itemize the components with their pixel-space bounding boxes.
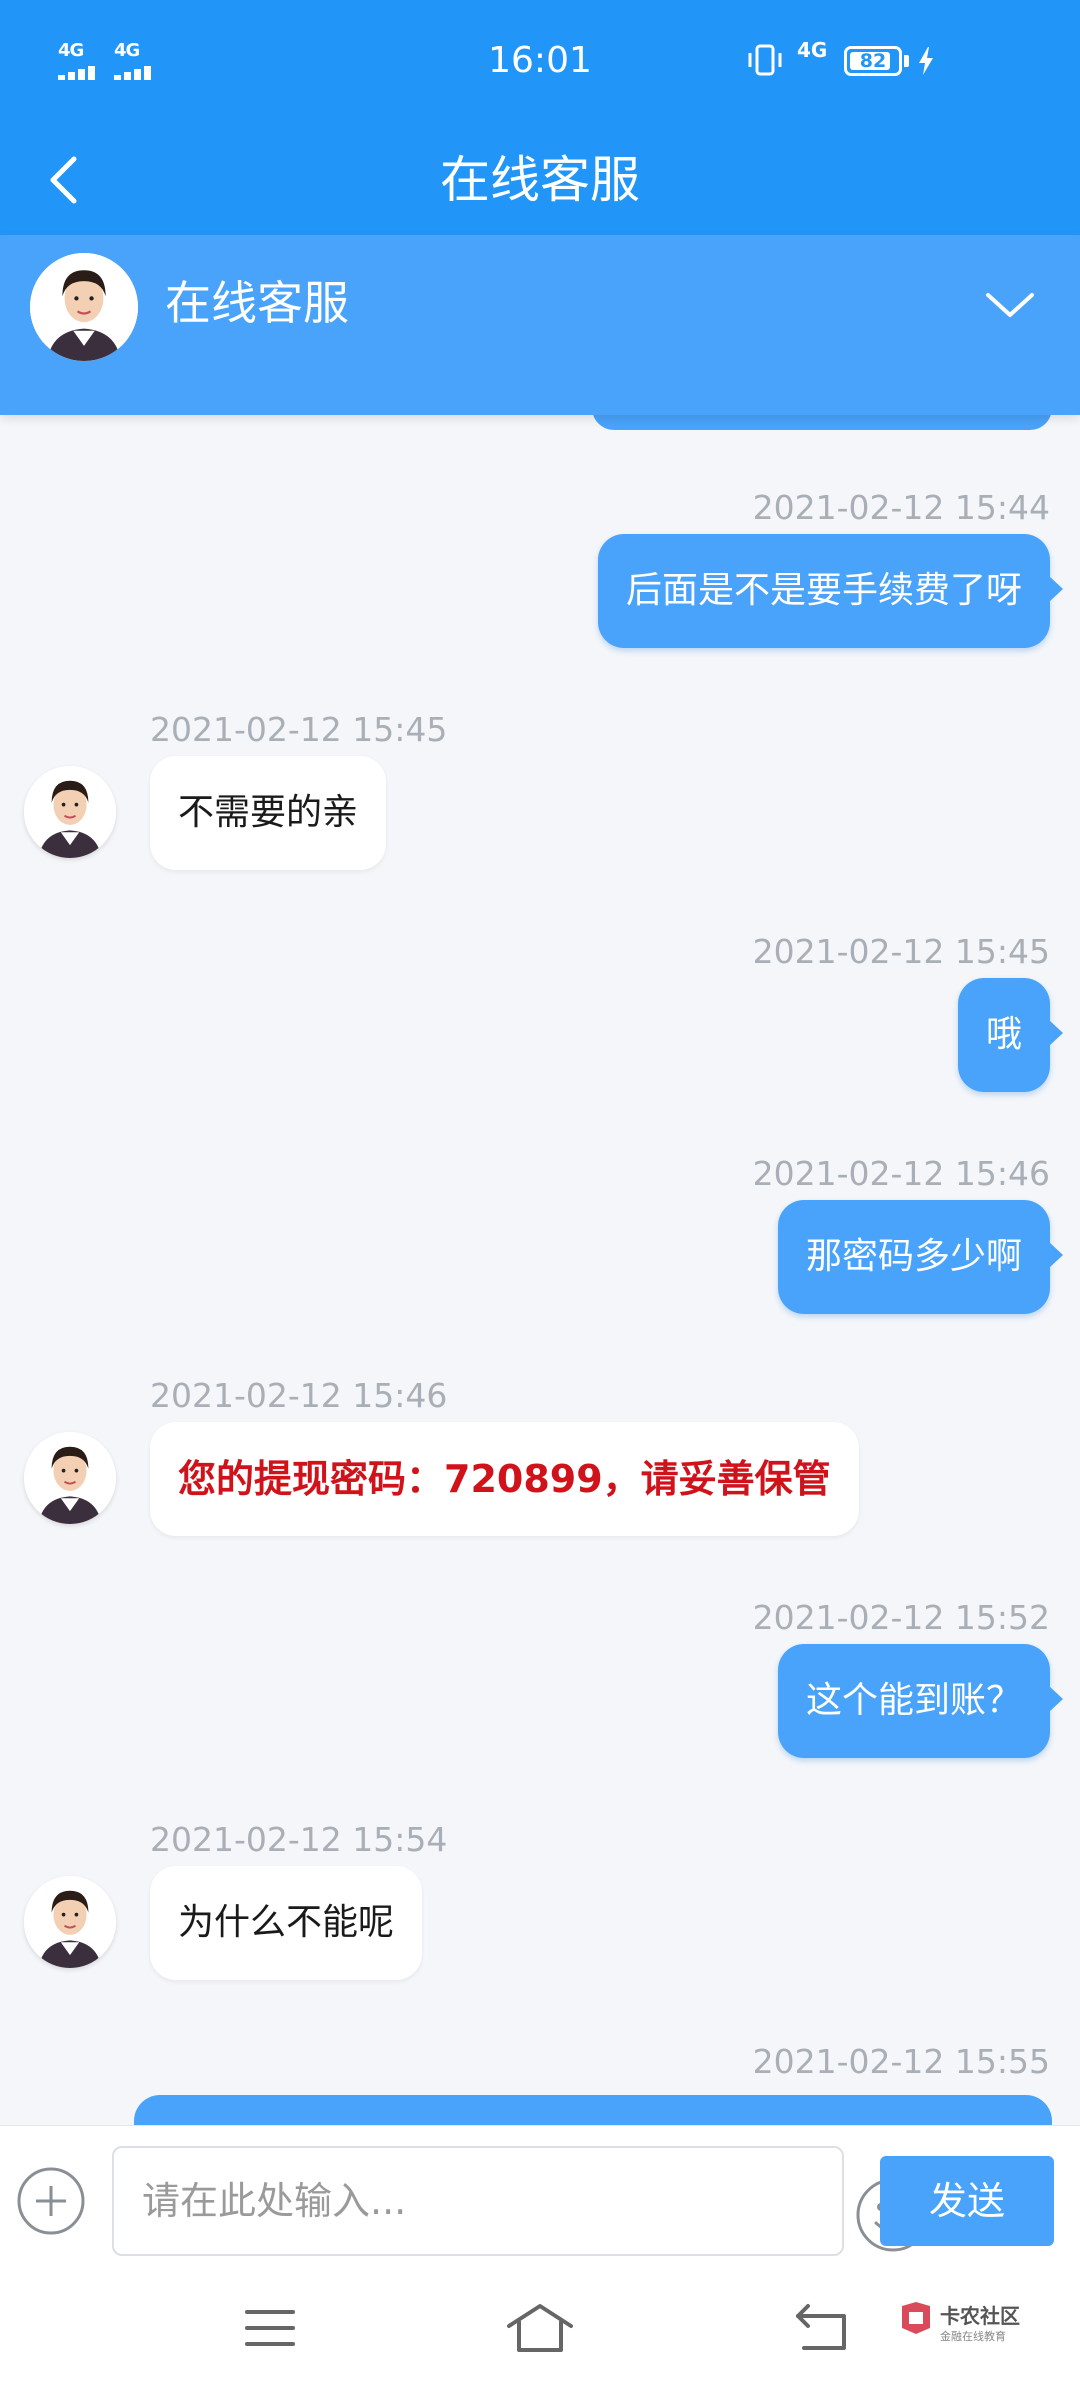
- composer-bar: 发送: [0, 2125, 1080, 2260]
- charging-icon: [919, 47, 933, 75]
- battery-icon: 82: [844, 46, 902, 76]
- message-timestamp: 2021-02-12 15:46: [752, 1154, 1050, 1193]
- message-timestamp: 2021-02-12 15:45: [752, 932, 1050, 971]
- agent-avatar[interactable]: [24, 1432, 116, 1524]
- message-timestamp: 2021-02-12 15:45: [150, 710, 448, 749]
- plus-circle-icon[interactable]: [16, 2166, 86, 2236]
- agent-name: 在线客服: [165, 276, 349, 330]
- watermark-title: 卡农社区: [940, 2304, 1020, 2328]
- navigation-bar: 卡农社区 金融在线教育: [0, 2260, 1080, 2400]
- message-timestamp: 2021-02-12 15:44: [752, 488, 1050, 527]
- message-timestamp: 2021-02-12 15:55: [752, 2042, 1050, 2081]
- message-timestamp: 2021-02-12 15:54: [150, 1820, 448, 1859]
- vibrate-icon: [748, 44, 782, 76]
- status-bar: 4G 4G 16:01 4G 82: [0, 0, 1080, 125]
- network-type-label: 4G: [797, 38, 828, 62]
- menu-icon[interactable]: [235, 2298, 305, 2358]
- watermark-icon: [902, 2302, 930, 2334]
- received-message-bubble[interactable]: 不需要的亲: [150, 756, 387, 870]
- sent-message-bubble[interactable]: 哦: [957, 978, 1064, 1092]
- message-list[interactable]: 2021-02-12 15:44 后面是不是要手续费了呀 2021-02-12 …: [0, 400, 1080, 2125]
- message-input-box[interactable]: [112, 2146, 930, 2256]
- agent-header[interactable]: 在线客服: [0, 235, 1080, 415]
- message-timestamp: 2021-02-12 15:46: [150, 1376, 448, 1415]
- received-message-bubble[interactable]: 为什么不能呢: [150, 1866, 423, 1980]
- chevron-down-icon[interactable]: [980, 285, 1040, 325]
- home-icon[interactable]: [505, 2298, 575, 2358]
- watermark-subtitle: 金融在线教育: [940, 2330, 1006, 2343]
- password-message-bubble[interactable]: 您的提现密码：720899，请妥善保管: [150, 1422, 859, 1536]
- message-timestamp: 2021-02-12 15:52: [752, 1598, 1050, 1637]
- page-title: 在线客服: [440, 151, 640, 209]
- watermark-logo: 卡农社区 金融在线教育: [896, 2298, 1056, 2358]
- agent-avatar: [30, 253, 138, 361]
- send-button[interactable]: 发送: [880, 2156, 1054, 2246]
- partial-message-bubble[interactable]: [134, 2095, 1052, 2125]
- back-icon[interactable]: [790, 2298, 860, 2358]
- sent-message-bubble[interactable]: 这个能到账？: [777, 1644, 1064, 1758]
- sent-message-bubble[interactable]: 后面是不是要手续费了呀: [597, 534, 1064, 648]
- battery-level: 82: [859, 50, 887, 72]
- title-bar: 在线客服: [0, 125, 1080, 235]
- message-input[interactable]: [142, 2148, 742, 2254]
- sent-message-bubble[interactable]: 那密码多少啊: [777, 1200, 1064, 1314]
- agent-avatar[interactable]: [24, 1876, 116, 1968]
- agent-avatar[interactable]: [24, 766, 116, 858]
- battery-cap: [904, 55, 909, 67]
